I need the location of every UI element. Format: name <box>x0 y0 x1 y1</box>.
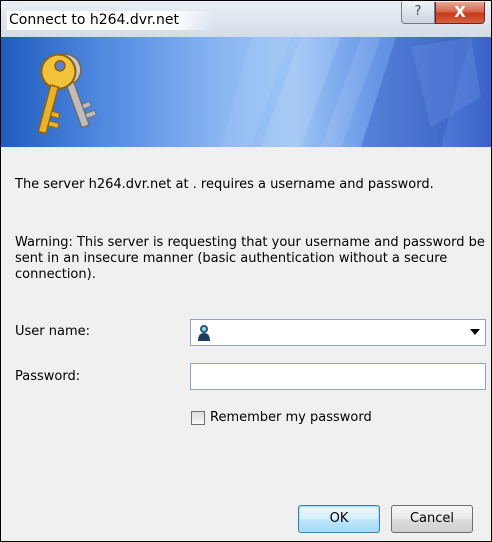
dialog-banner <box>1 37 491 147</box>
keys-icon <box>37 52 97 135</box>
ok-button[interactable]: OK <box>298 505 380 533</box>
user-account-icon <box>198 325 210 341</box>
username-label: User name: <box>15 324 91 339</box>
remember-password-checkbox[interactable] <box>191 411 205 425</box>
password-field[interactable] <box>190 363 486 390</box>
title-bar[interactable]: Connect to h264.dvr.net ? X <box>1 1 491 37</box>
help-button[interactable]: ? <box>401 2 435 24</box>
cancel-button[interactable]: Cancel <box>391 505 473 533</box>
security-warning: Warning: This server is requesting that … <box>15 235 485 282</box>
server-message: The server h264.dvr.net at . requires a … <box>15 177 434 192</box>
remember-password-label[interactable]: Remember my password <box>210 410 372 425</box>
close-button[interactable]: X <box>435 2 485 24</box>
username-combobox[interactable] <box>190 319 486 346</box>
window-title: Connect to h264.dvr.net <box>7 11 213 30</box>
credentials-dialog: Connect to h264.dvr.net ? X The server h… <box>0 0 492 542</box>
dialog-content: The server h264.dvr.net at . requires a … <box>1 147 491 541</box>
dropdown-arrow-icon[interactable] <box>470 329 480 335</box>
password-label: Password: <box>15 369 81 384</box>
